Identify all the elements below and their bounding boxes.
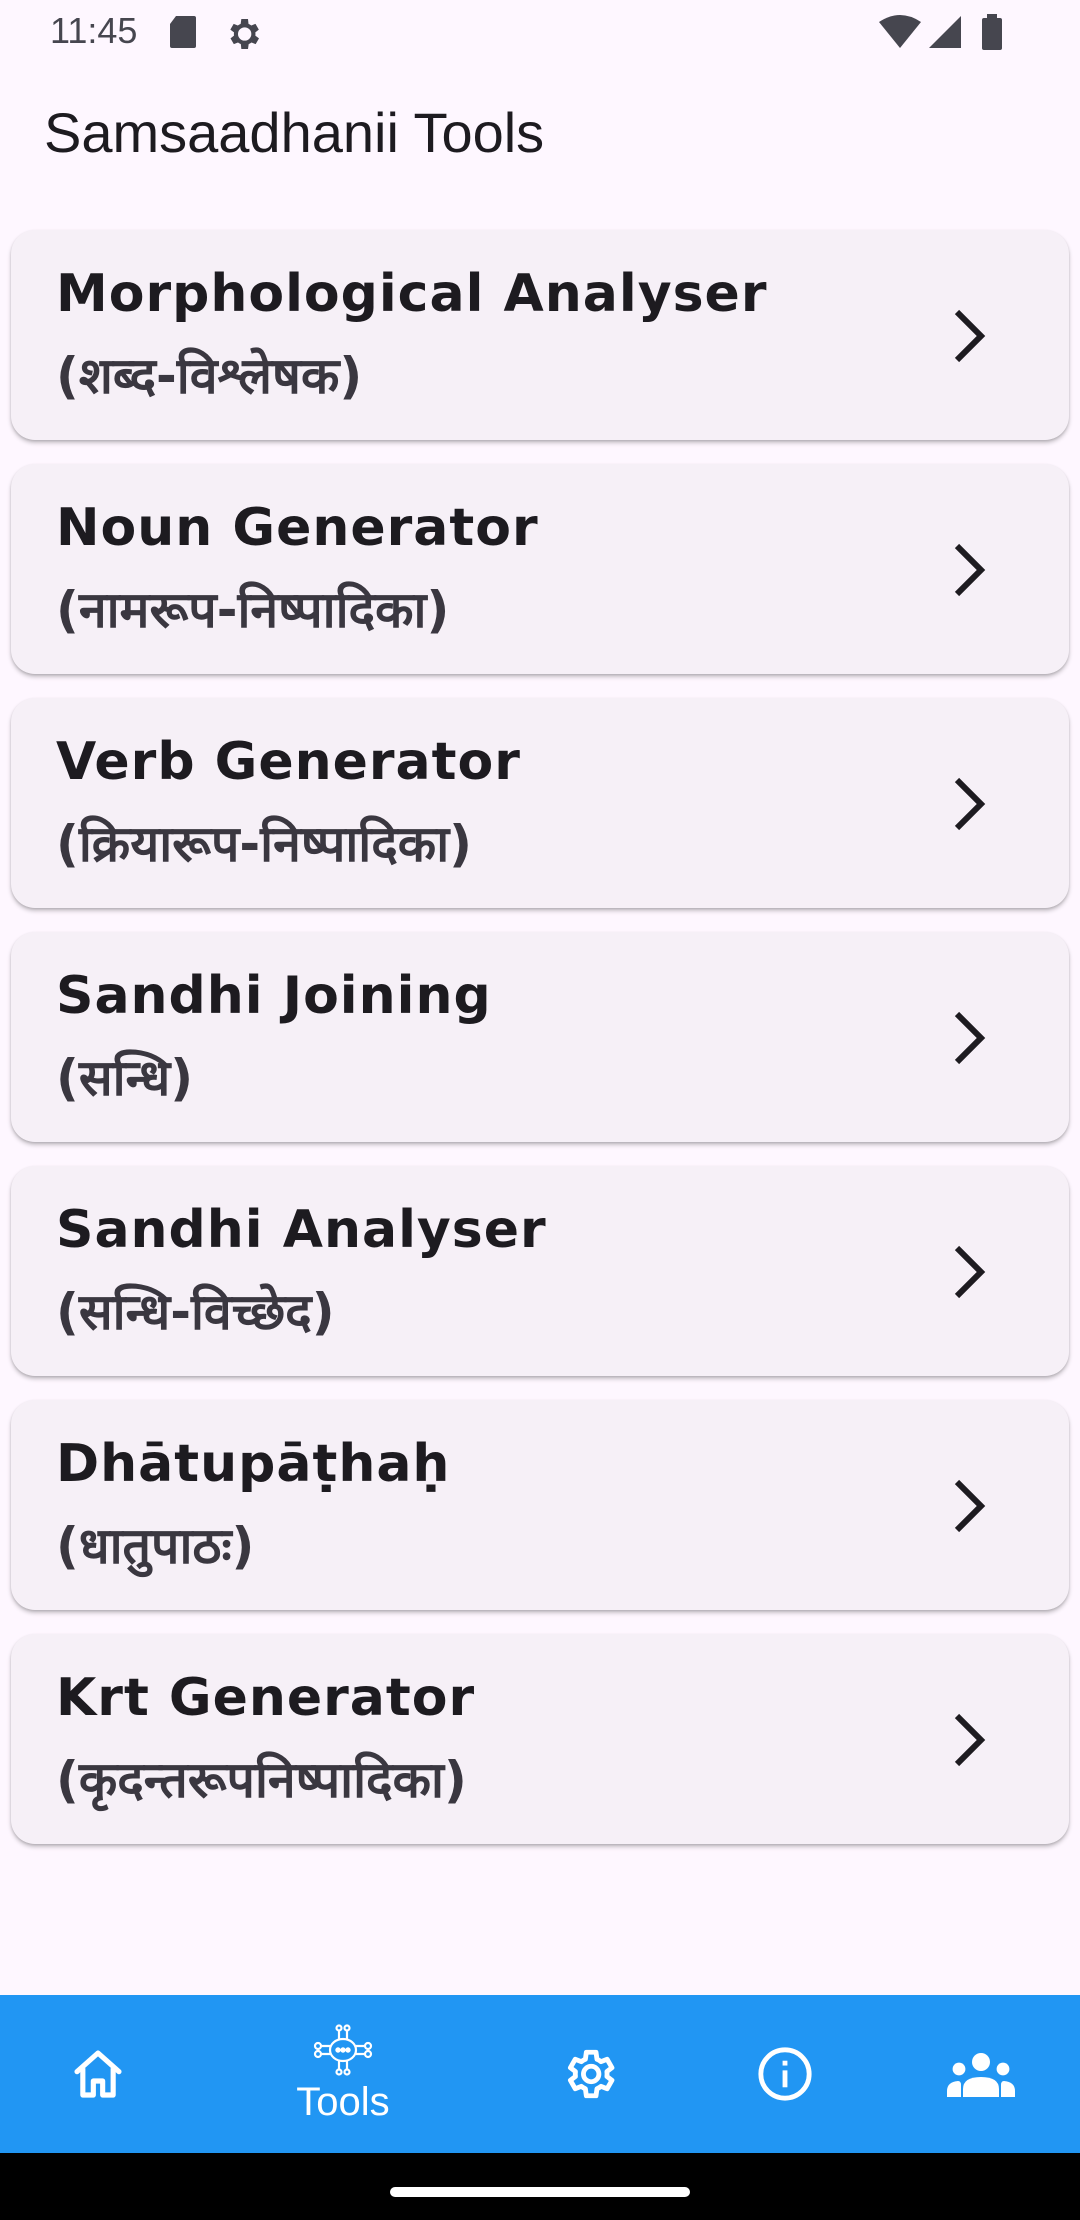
tool-card-subtitle: (क्रियारूप-निष्पादिका) <box>56 815 473 873</box>
nav-settings[interactable] <box>509 1995 669 2153</box>
settings-sync-icon <box>230 19 259 49</box>
tool-card-subtitle: (सन्धि) <box>56 1049 194 1107</box>
info-icon <box>758 2047 812 2101</box>
wifi-icon <box>879 15 921 48</box>
bottom-navigation: Tools <box>0 1995 1080 2153</box>
battery-icon <box>982 14 1002 50</box>
chevron-right-icon <box>954 1245 986 1299</box>
chevron-right-icon <box>954 1011 986 1065</box>
tool-card-sandhi-joining[interactable]: Sandhi Joining (सन्धि) <box>11 932 1069 1142</box>
nav-home[interactable] <box>18 1995 178 2153</box>
tool-list: Morphological Analyser (शब्द-विश्लेषक) N… <box>11 230 1069 1868</box>
tool-card-title: Sandhi Joining <box>56 966 492 1026</box>
tool-card-title: Verb Generator <box>56 732 521 792</box>
tool-card-subtitle: (कृदन्तरूपनिष्पादिका) <box>56 1751 467 1809</box>
gear-icon <box>567 2049 615 2099</box>
nav-community[interactable] <box>901 1995 1061 2153</box>
tool-card-subtitle: (शब्द-विश्लेषक) <box>56 347 363 405</box>
tool-card-title: Krt Generator <box>56 1668 476 1728</box>
sd-card-icon <box>170 16 196 48</box>
chevron-right-icon <box>954 309 986 363</box>
chevron-right-icon <box>954 1479 986 1533</box>
nav-tools[interactable]: Tools <box>263 1995 423 2153</box>
status-bar: 11:45 <box>0 0 1080 66</box>
tool-card-subtitle: (नामरूप-निष्पादिका) <box>56 581 450 639</box>
home-icon <box>74 2050 122 2098</box>
tool-card-title: Dhātupāṭhaḥ <box>56 1434 451 1494</box>
tool-card-title: Morphological Analyser <box>56 264 768 324</box>
status-time: 11:45 <box>50 10 138 51</box>
tool-card-sandhi-analyser[interactable]: Sandhi Analyser (सन्धि-विच्छेद) <box>11 1166 1069 1376</box>
tool-card-title: Noun Generator <box>56 498 539 558</box>
chevron-right-icon <box>954 543 986 597</box>
tool-card-subtitle: (सन्धि-विच्छेद) <box>56 1283 335 1341</box>
nav-tools-label: Tools <box>296 2079 390 2124</box>
home-gesture-handle[interactable] <box>390 2187 690 2197</box>
signal-icon <box>929 16 961 48</box>
tool-card-title: Sandhi Analyser <box>56 1200 547 1260</box>
nav-about[interactable] <box>705 1995 865 2153</box>
tool-card-morphological-analyser[interactable]: Morphological Analyser (शब्द-विश्लेषक) <box>11 230 1069 440</box>
tool-card-noun-generator[interactable]: Noun Generator (नामरूप-निष्पादिका) <box>11 464 1069 674</box>
tool-card-subtitle: (धातुपाठः) <box>56 1517 255 1575</box>
chevron-right-icon <box>954 777 986 831</box>
tool-card-krt-generator[interactable]: Krt Generator (कृदन्तरूपनिष्पादिका) <box>11 1634 1069 1844</box>
tool-card-dhatupathah[interactable]: Dhātupāṭhaḥ (धातुपाठः) <box>11 1400 1069 1610</box>
chevron-right-icon <box>954 1713 986 1767</box>
app-title: Samsaadhanii Tools <box>44 101 545 164</box>
people-icon <box>947 2053 1015 2097</box>
tool-card-verb-generator[interactable]: Verb Generator (क्रियारूप-निष्पादिका) <box>11 698 1069 908</box>
tools-icon <box>313 2023 373 2076</box>
